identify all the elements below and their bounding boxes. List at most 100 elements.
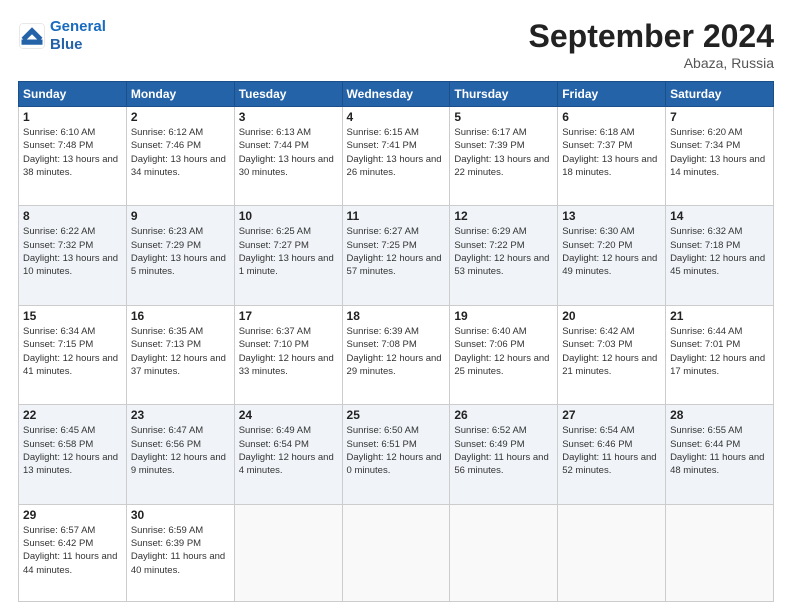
day-number: 2 [131, 110, 230, 124]
day-number: 7 [670, 110, 769, 124]
calendar-cell: 11 Sunrise: 6:27 AMSunset: 7:25 PMDayligh… [342, 206, 450, 305]
cell-text: Sunrise: 6:13 AMSunset: 7:44 PMDaylight:… [239, 126, 338, 179]
cell-text: Sunrise: 6:27 AMSunset: 7:25 PMDaylight:… [347, 225, 446, 278]
calendar-cell: 8 Sunrise: 6:22 AMSunset: 7:32 PMDaylight… [19, 206, 127, 305]
calendar-cell: 3 Sunrise: 6:13 AMSunset: 7:44 PMDaylight… [234, 107, 342, 206]
logo-icon [18, 22, 46, 50]
day-number: 27 [562, 408, 661, 422]
day-number: 16 [131, 309, 230, 323]
calendar-cell [342, 504, 450, 601]
cell-text: Sunrise: 6:29 AMSunset: 7:22 PMDaylight:… [454, 225, 553, 278]
calendar-header-row: SundayMondayTuesdayWednesdayThursdayFrid… [19, 82, 774, 107]
cell-text: Sunrise: 6:42 AMSunset: 7:03 PMDaylight:… [562, 325, 661, 378]
calendar-day-header: Sunday [19, 82, 127, 107]
calendar-cell: 21 Sunrise: 6:44 AMSunset: 7:01 PMDayligh… [666, 305, 774, 404]
calendar-day-header: Tuesday [234, 82, 342, 107]
calendar-day-header: Friday [558, 82, 666, 107]
calendar-cell: 29 Sunrise: 6:57 AMSunset: 6:42 PMDayligh… [19, 504, 127, 601]
cell-text: Sunrise: 6:47 AMSunset: 6:56 PMDaylight:… [131, 424, 230, 477]
cell-text: Sunrise: 6:25 AMSunset: 7:27 PMDaylight:… [239, 225, 338, 278]
cell-text: Sunrise: 6:17 AMSunset: 7:39 PMDaylight:… [454, 126, 553, 179]
day-number: 6 [562, 110, 661, 124]
day-number: 20 [562, 309, 661, 323]
cell-text: Sunrise: 6:20 AMSunset: 7:34 PMDaylight:… [670, 126, 769, 179]
cell-text: Sunrise: 6:10 AMSunset: 7:48 PMDaylight:… [23, 126, 122, 179]
day-number: 26 [454, 408, 553, 422]
calendar-cell: 30Sunrise: 6:59 AMSunset: 6:39 PMDayligh… [126, 504, 234, 601]
day-number: 9 [131, 209, 230, 223]
logo-text: General Blue [50, 18, 106, 54]
calendar-cell: 17 Sunrise: 6:37 AMSunset: 7:10 PMDayligh… [234, 305, 342, 404]
day-number: 29 [23, 508, 122, 522]
logo: General Blue [18, 18, 106, 54]
calendar-cell: 7 Sunrise: 6:20 AMSunset: 7:34 PMDaylight… [666, 107, 774, 206]
calendar-cell: 9 Sunrise: 6:23 AMSunset: 7:29 PMDaylight… [126, 206, 234, 305]
day-number: 25 [347, 408, 446, 422]
day-number: 11 [347, 209, 446, 223]
calendar-cell: 1 Sunrise: 6:10 AMSunset: 7:48 PMDaylight… [19, 107, 127, 206]
cell-text: Sunrise: 6:54 AMSunset: 6:46 PMDaylight:… [562, 424, 661, 477]
day-number: 3 [239, 110, 338, 124]
cell-text: Sunrise: 6:45 AMSunset: 6:58 PMDaylight:… [23, 424, 122, 477]
calendar-cell [450, 504, 558, 601]
cell-text: Sunrise: 6:18 AMSunset: 7:37 PMDaylight:… [562, 126, 661, 179]
calendar-cell: 4 Sunrise: 6:15 AMSunset: 7:41 PMDaylight… [342, 107, 450, 206]
day-number: 18 [347, 309, 446, 323]
calendar-day-header: Saturday [666, 82, 774, 107]
cell-text: Sunrise: 6:52 AMSunset: 6:49 PMDaylight:… [454, 424, 553, 477]
cell-text: Sunrise: 6:55 AMSunset: 6:44 PMDaylight:… [670, 424, 769, 477]
calendar-cell [558, 504, 666, 601]
calendar-cell: 23 Sunrise: 6:47 AMSunset: 6:56 PMDayligh… [126, 405, 234, 504]
cell-text: Sunrise: 6:15 AMSunset: 7:41 PMDaylight:… [347, 126, 446, 179]
cell-text: Sunrise: 6:40 AMSunset: 7:06 PMDaylight:… [454, 325, 553, 378]
day-number: 17 [239, 309, 338, 323]
month-title: September 2024 [529, 18, 774, 55]
calendar-cell: 6 Sunrise: 6:18 AMSunset: 7:37 PMDaylight… [558, 107, 666, 206]
cell-text: Sunrise: 6:50 AMSunset: 6:51 PMDaylight:… [347, 424, 446, 477]
cell-text: Sunrise: 6:44 AMSunset: 7:01 PMDaylight:… [670, 325, 769, 378]
cell-text: Sunrise: 6:35 AMSunset: 7:13 PMDaylight:… [131, 325, 230, 378]
calendar-cell: 19 Sunrise: 6:40 AMSunset: 7:06 PMDayligh… [450, 305, 558, 404]
day-number: 1 [23, 110, 122, 124]
day-number: 28 [670, 408, 769, 422]
cell-text: Sunrise: 6:23 AMSunset: 7:29 PMDaylight:… [131, 225, 230, 278]
calendar-cell: 13Sunrise: 6:30 AMSunset: 7:20 PMDayligh… [558, 206, 666, 305]
title-block: September 2024 Abaza, Russia [529, 18, 774, 71]
cell-text: Sunrise: 6:39 AMSunset: 7:08 PMDaylight:… [347, 325, 446, 378]
calendar-day-header: Wednesday [342, 82, 450, 107]
day-number: 12 [454, 209, 553, 223]
cell-text: Sunrise: 6:12 AMSunset: 7:46 PMDaylight:… [131, 126, 230, 179]
location: Abaza, Russia [529, 55, 774, 71]
cell-text: Sunrise: 6:22 AMSunset: 7:32 PMDaylight:… [23, 225, 122, 278]
header: General Blue September 2024 Abaza, Russi… [18, 18, 774, 71]
cell-text: Sunrise: 6:32 AMSunset: 7:18 PMDaylight:… [670, 225, 769, 278]
calendar-cell: 2 Sunrise: 6:12 AMSunset: 7:46 PMDaylight… [126, 107, 234, 206]
day-number: 24 [239, 408, 338, 422]
day-number: 4 [347, 110, 446, 124]
calendar-cell: 16 Sunrise: 6:35 AMSunset: 7:13 PMDayligh… [126, 305, 234, 404]
day-number: 30 [131, 508, 230, 522]
calendar-cell: 15 Sunrise: 6:34 AMSunset: 7:15 PMDayligh… [19, 305, 127, 404]
calendar-cell: 26 Sunrise: 6:52 AMSunset: 6:49 PMDayligh… [450, 405, 558, 504]
cell-text: Sunrise: 6:49 AMSunset: 6:54 PMDaylight:… [239, 424, 338, 477]
calendar-cell: 27 Sunrise: 6:54 AMSunset: 6:46 PMDayligh… [558, 405, 666, 504]
day-number: 15 [23, 309, 122, 323]
calendar-cell: 18 Sunrise: 6:39 AMSunset: 7:08 PMDayligh… [342, 305, 450, 404]
day-number: 19 [454, 309, 553, 323]
calendar-cell: 24 Sunrise: 6:49 AMSunset: 6:54 PMDayligh… [234, 405, 342, 504]
cell-text: Sunrise: 6:37 AMSunset: 7:10 PMDaylight:… [239, 325, 338, 378]
cell-text: Sunrise: 6:34 AMSunset: 7:15 PMDaylight:… [23, 325, 122, 378]
day-number: 13 [562, 209, 661, 223]
day-number: 14 [670, 209, 769, 223]
cell-text: Sunrise: 6:57 AMSunset: 6:42 PMDaylight:… [23, 524, 122, 577]
day-number: 21 [670, 309, 769, 323]
calendar-cell: 28 Sunrise: 6:55 AMSunset: 6:44 PMDayligh… [666, 405, 774, 504]
day-number: 5 [454, 110, 553, 124]
day-number: 8 [23, 209, 122, 223]
calendar-cell: 10Sunrise: 6:25 AMSunset: 7:27 PMDayligh… [234, 206, 342, 305]
calendar-day-header: Monday [126, 82, 234, 107]
calendar-cell: 25 Sunrise: 6:50 AMSunset: 6:51 PMDayligh… [342, 405, 450, 504]
calendar-cell: 5 Sunrise: 6:17 AMSunset: 7:39 PMDaylight… [450, 107, 558, 206]
day-number: 23 [131, 408, 230, 422]
day-number: 22 [23, 408, 122, 422]
